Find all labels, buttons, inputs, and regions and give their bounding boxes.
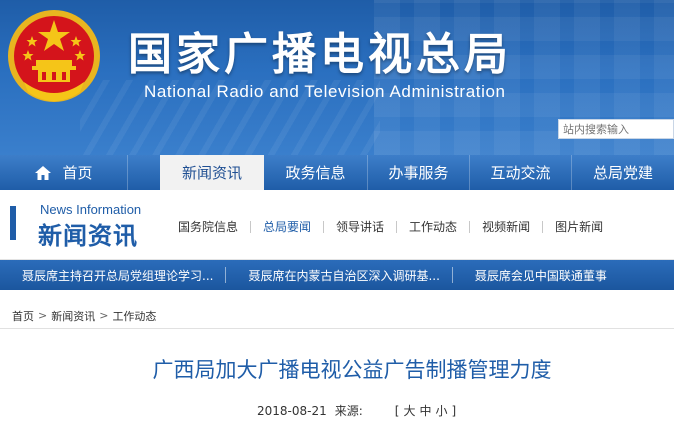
nav-item-label: 首页: [62, 164, 93, 182]
breadcrumb: 首页 > 新闻资讯 > 工作动态: [0, 303, 674, 329]
site-banner: 国家广播电视总局 National Radio and Television A…: [0, 0, 674, 155]
site-title-en: National Radio and Television Administra…: [144, 82, 506, 101]
ticker-item[interactable]: 聂辰席会见中国联通董事: [453, 267, 619, 284]
national-emblem-icon: [8, 10, 100, 102]
nav-item-news[interactable]: 新闻资讯: [160, 155, 264, 190]
article-title: 广西局加大广播电视公益广告制播管理力度: [152, 358, 552, 382]
article-source-label: 来源:: [334, 404, 363, 418]
section-label-cn: 新闻资讯: [38, 222, 138, 250]
font-size-medium-button[interactable]: 中: [420, 402, 432, 419]
section-label-en: News Information: [40, 202, 142, 217]
nav-item-home[interactable]: 首页: [0, 155, 128, 190]
article-meta: 2018-08-21 来源: [ 大 中 小 ]: [257, 402, 458, 419]
article-date: 2018-08-21: [257, 403, 327, 418]
font-size-control: [ 大 中 小 ]: [393, 402, 458, 419]
headline-ticker: 聂辰席主持召开总局党组理论学习... 聂辰席在内蒙古自治区深入调研基... 聂辰…: [0, 260, 674, 290]
font-size-bracket-close: ]: [451, 403, 457, 418]
site-title-cn: 国家广播电视总局: [128, 29, 512, 80]
breadcrumb-separator: >: [38, 309, 48, 322]
ticker-item[interactable]: 聂辰席主持召开总局党组理论学习...: [0, 267, 225, 284]
nav-item-services[interactable]: 办事服务: [368, 155, 470, 190]
ticker-item[interactable]: 聂辰席在内蒙古自治区深入调研基...: [226, 267, 451, 284]
breadcrumb-separator: >: [99, 309, 109, 322]
nav-item-party-building[interactable]: 总局党建: [572, 155, 674, 190]
subnav-item-work-updates[interactable]: 工作动态: [397, 218, 469, 235]
site-search-input[interactable]: [558, 119, 674, 139]
breadcrumb-home[interactable]: 首页: [12, 308, 34, 324]
font-size-bracket-open: [: [394, 403, 400, 418]
font-size-large-button[interactable]: 大: [403, 402, 415, 419]
font-size-small-button[interactable]: 小: [436, 402, 448, 419]
nav-item-government-info[interactable]: 政务信息: [264, 155, 368, 190]
subnav-item-state-council[interactable]: 国务院信息: [166, 218, 250, 235]
subnav-item-video-news[interactable]: 视频新闻: [470, 218, 542, 235]
breadcrumb-work-updates[interactable]: 工作动态: [112, 308, 156, 324]
subnav-item-speeches[interactable]: 领导讲话: [324, 218, 396, 235]
breadcrumb-news[interactable]: 新闻资讯: [51, 308, 95, 324]
subnav-item-photo-news[interactable]: 图片新闻: [543, 218, 615, 235]
subnav-item-headlines[interactable]: 总局要闻: [251, 218, 323, 235]
home-icon: [35, 165, 52, 180]
section-header: News Information 新闻资讯 国务院信息 总局要闻 领导讲话 工作…: [0, 190, 674, 260]
section-accent-bar: [10, 206, 16, 240]
section-subnav: 国务院信息 总局要闻 领导讲话 工作动态 视频新闻 图片新闻: [166, 218, 615, 235]
main-nav: 首页 新闻资讯 政务信息 办事服务 互动交流 总局党建: [0, 155, 674, 190]
nav-item-interaction[interactable]: 互动交流: [470, 155, 572, 190]
